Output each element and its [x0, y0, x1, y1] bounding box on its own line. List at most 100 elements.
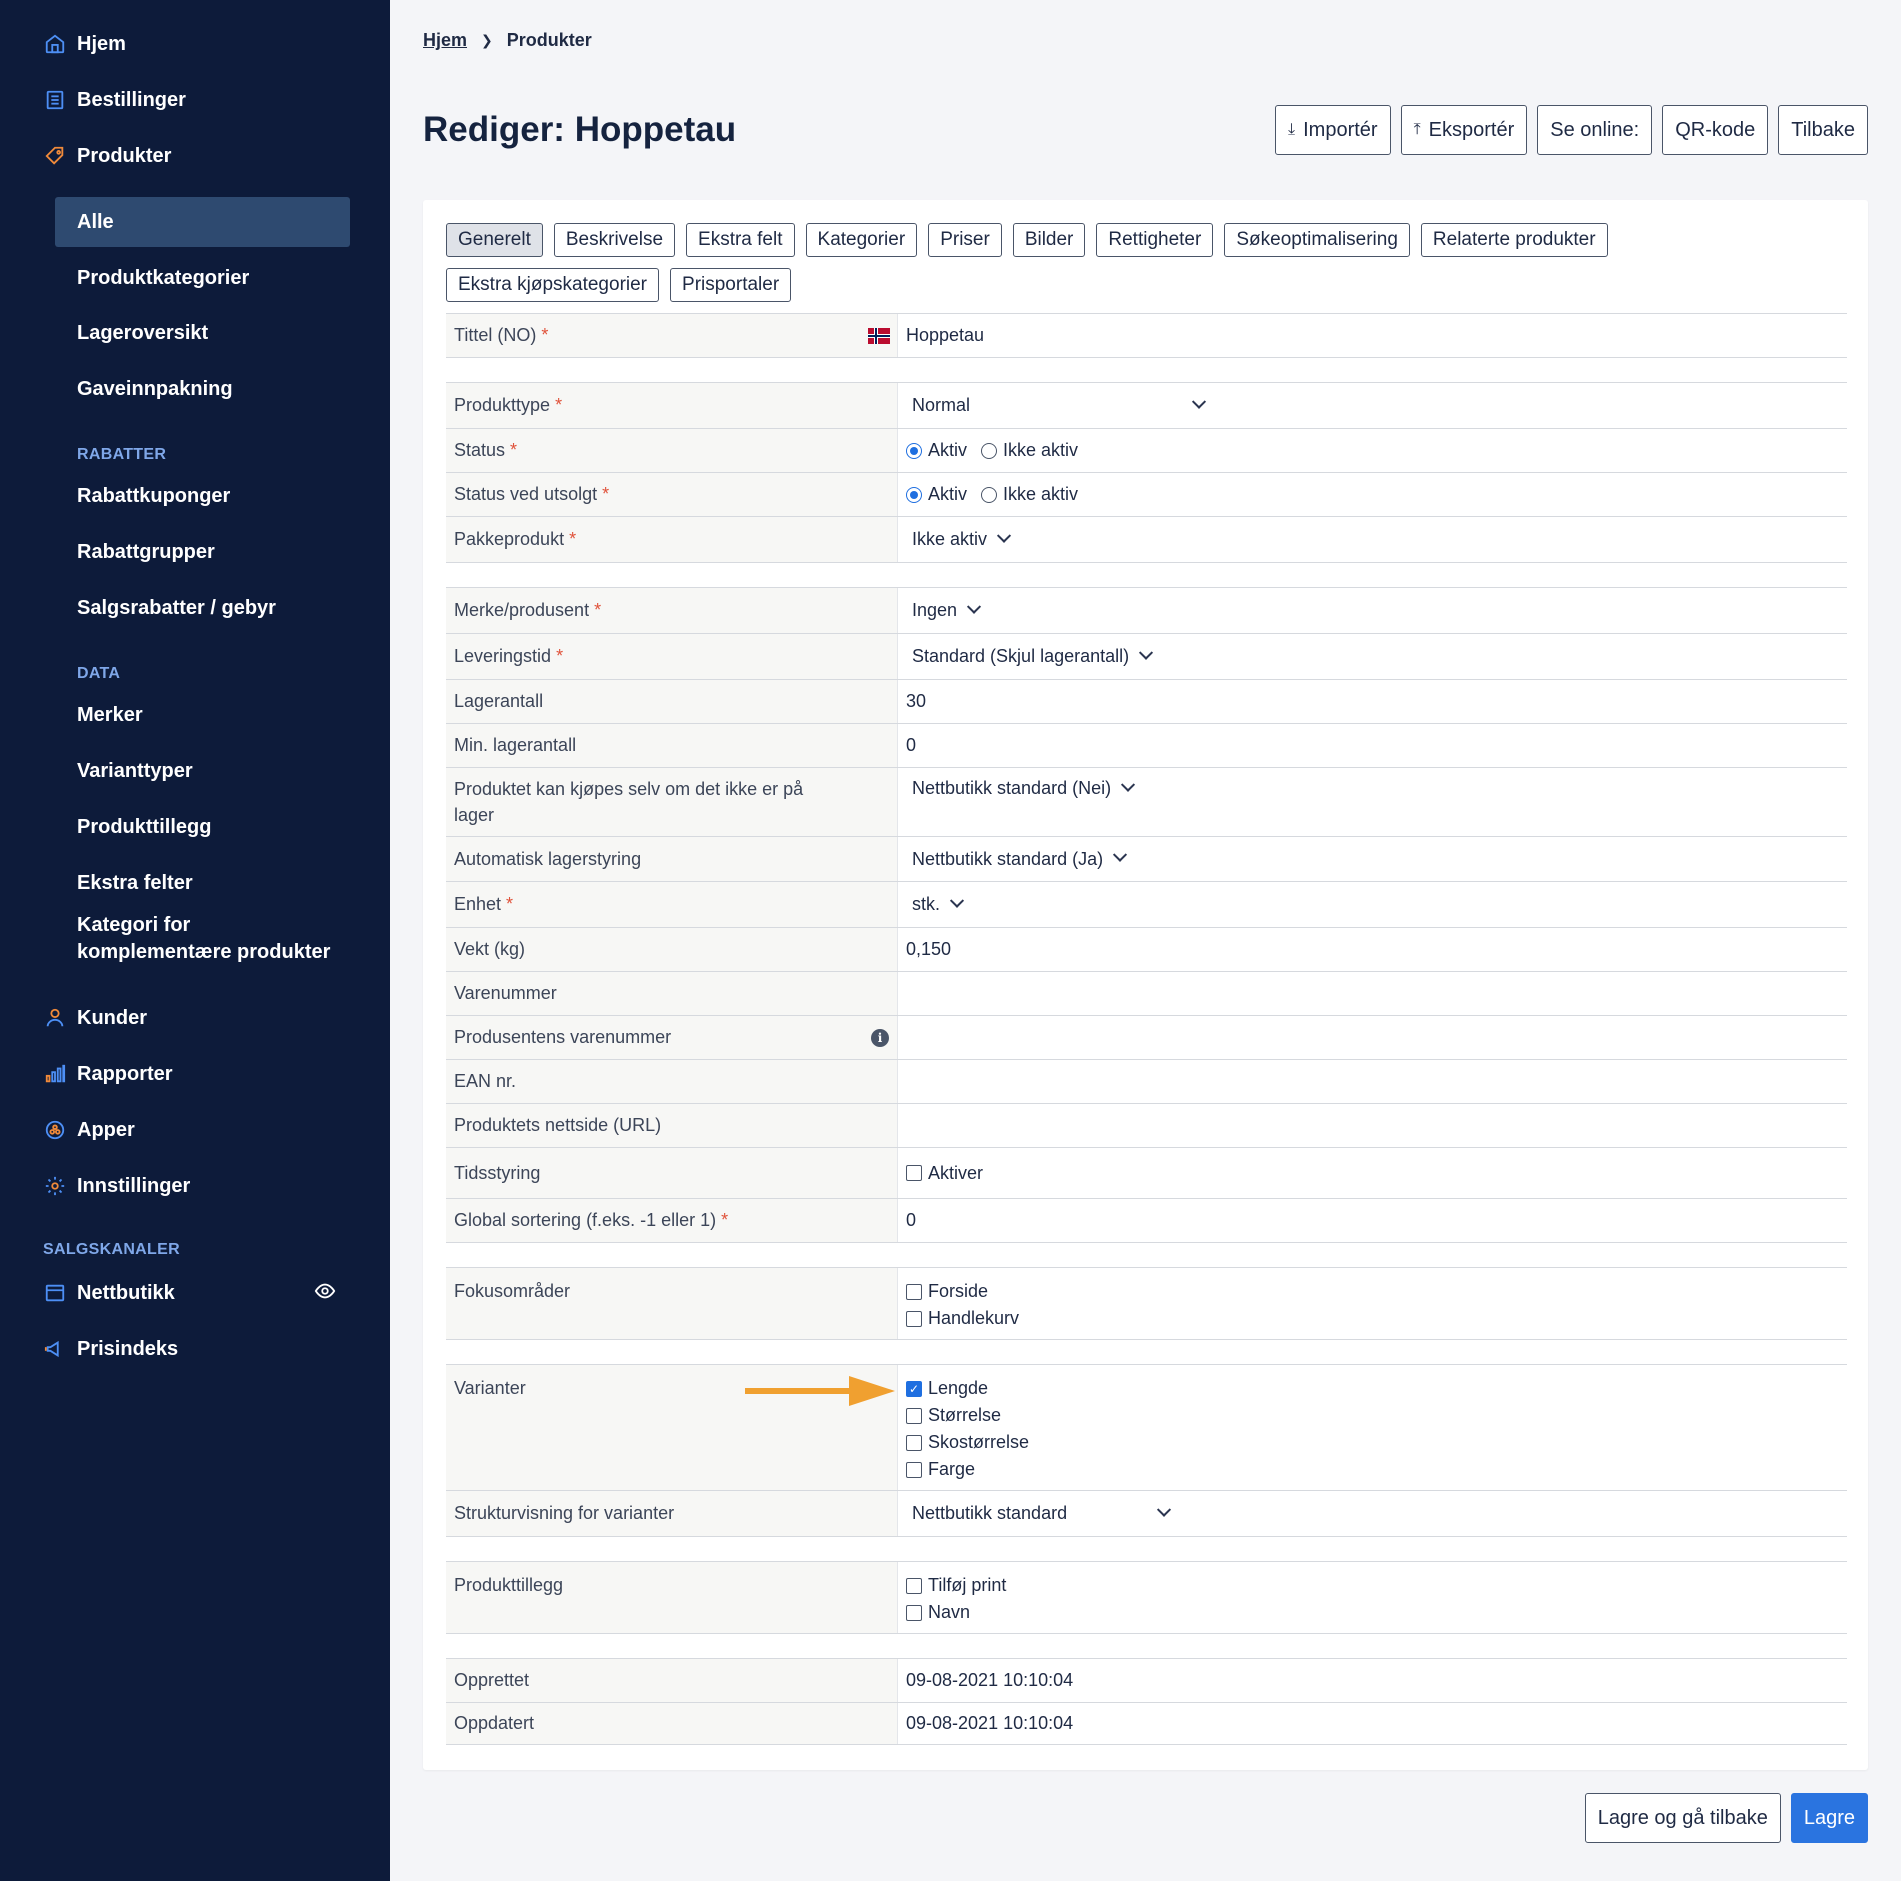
- sub-kategori-komplementaere[interactable]: Kategori for komplementære produkter: [77, 912, 330, 966]
- status-radio-ikke-aktiv[interactable]: Ikke aktiv: [981, 440, 1078, 461]
- save-and-back-button[interactable]: Lagre og gå tilbake: [1584, 1793, 1781, 1843]
- nav-rapporter[interactable]: Rapporter: [43, 1054, 173, 1094]
- tag-icon: [43, 144, 67, 168]
- nav-produkter[interactable]: Produkter: [43, 136, 171, 176]
- merke-select[interactable]: Ingen: [906, 599, 982, 621]
- oppdatert-value: 09-08-2021 10:10:04: [906, 1713, 1074, 1733]
- tab-generelt[interactable]: Generelt: [446, 223, 543, 257]
- pakkeprodukt-select[interactable]: Ikke aktiv: [906, 528, 1012, 550]
- kjopes-uten-lager-select[interactable]: Nettbutikk standard (Nei): [906, 777, 1136, 799]
- sub-merker[interactable]: Merker: [77, 702, 143, 729]
- sub-gaveinnpakning[interactable]: Gaveinnpakning: [77, 376, 233, 403]
- label-tittel: Tittel (NO) *: [446, 314, 898, 357]
- label-opprettet: Opprettet: [446, 1659, 898, 1702]
- label-auto-lager: Automatisk lagerstyring: [446, 837, 898, 881]
- tillegg-navn-checkbox[interactable]: Navn: [906, 1602, 1006, 1623]
- import-label: Importér: [1303, 118, 1378, 141]
- arrow-right-icon: [745, 1376, 895, 1406]
- tab-priser[interactable]: Priser: [928, 223, 1002, 257]
- nav-nettbutikk[interactable]: Nettbutikk: [43, 1273, 175, 1313]
- sub-label-line2: komplementære produkter: [77, 941, 331, 963]
- variant-skostorrelse-checkbox[interactable]: Skostørrelse: [906, 1432, 1029, 1453]
- variant-lengde-checkbox[interactable]: ✓ Lengde: [906, 1378, 1029, 1399]
- sub-ekstra-felter[interactable]: Ekstra felter: [77, 870, 193, 897]
- utsolgt-radio-aktiv[interactable]: Aktiv: [906, 484, 967, 505]
- info-icon[interactable]: i: [871, 1028, 889, 1047]
- qr-code-button[interactable]: QR-kode: [1662, 105, 1769, 155]
- row-enhet: Enhet * stk.: [446, 881, 1847, 927]
- row-pakkeprodukt: Pakkeprodukt * Ikke aktiv: [446, 516, 1847, 562]
- nav-innstillinger[interactable]: Innstillinger: [43, 1166, 190, 1206]
- status-radio-aktiv[interactable]: Aktiv: [906, 440, 967, 461]
- nav-bestillinger[interactable]: Bestillinger: [43, 80, 186, 120]
- label-produkttillegg: Produkttillegg: [446, 1562, 898, 1633]
- lagerantall-input[interactable]: 30: [898, 680, 1847, 723]
- variant-farge-checkbox[interactable]: Farge: [906, 1459, 1029, 1480]
- nav-apper[interactable]: Apper: [43, 1110, 135, 1150]
- strukturvisning-select[interactable]: Nettbutikk standard: [906, 1502, 1172, 1524]
- nav-kunder[interactable]: Kunder: [43, 998, 147, 1038]
- tittel-input[interactable]: Hoppetau: [898, 314, 1847, 357]
- sub-lageroversikt[interactable]: Lageroversikt: [77, 320, 208, 347]
- save-button[interactable]: Lagre: [1790, 1793, 1868, 1843]
- tab-sokeoptimalisering[interactable]: Søkeoptimalisering: [1224, 223, 1410, 257]
- label-kjopes-line1: Produktet kan kjøpes selv om det ikke er…: [454, 779, 804, 799]
- auto-lager-select[interactable]: Nettbutikk standard (Ja): [906, 847, 1128, 870]
- sub-rabattkuponger[interactable]: Rabattkuponger: [77, 483, 230, 510]
- fokus-forside-checkbox[interactable]: Forside: [906, 1281, 1019, 1302]
- back-button[interactable]: Tilbake: [1778, 105, 1868, 155]
- label-ean: EAN nr.: [446, 1060, 898, 1103]
- ean-input[interactable]: [898, 1060, 1847, 1103]
- tab-ekstra-kjopskategorier[interactable]: Ekstra kjøpskategorier: [446, 268, 660, 302]
- vekt-input[interactable]: 0,150: [898, 928, 1847, 971]
- label-fokusomrader: Fokusområder: [446, 1268, 898, 1339]
- enhet-select[interactable]: stk.: [906, 893, 965, 915]
- sub-varianttyper[interactable]: Varianttyper: [77, 758, 193, 785]
- tab-rettigheter[interactable]: Rettigheter: [1096, 223, 1214, 257]
- min-lagerantall-input[interactable]: 0: [898, 724, 1847, 767]
- row-min-lagerantall: Min. lagerantall 0: [446, 723, 1847, 767]
- tillegg-print-checkbox[interactable]: Tilføj print: [906, 1575, 1006, 1596]
- label-varenummer: Varenummer: [446, 972, 898, 1015]
- sub-alle[interactable]: Alle: [77, 209, 114, 236]
- row-tittel: Tittel (NO) * Hoppetau: [446, 313, 1847, 357]
- row-opprettet: Opprettet 09-08-2021 10:10:04: [446, 1658, 1847, 1702]
- label-leveringstid: Leveringstid: [454, 646, 552, 666]
- divider: [446, 357, 1847, 382]
- produkttype-select[interactable]: Normal: [906, 394, 1207, 416]
- tab-beskrivelse[interactable]: Beskrivelse: [553, 223, 676, 257]
- variant-storrelse-checkbox[interactable]: Størrelse: [906, 1405, 1029, 1426]
- sub-produkttillegg[interactable]: Produkttillegg: [77, 814, 211, 841]
- tab-kategorier[interactable]: Kategorier: [805, 223, 918, 257]
- tab-prisportaler[interactable]: Prisportaler: [670, 268, 792, 302]
- breadcrumb-home[interactable]: Hjem: [423, 30, 467, 51]
- section-data: DATA: [77, 665, 121, 682]
- utsolgt-radio-ikke-aktiv[interactable]: Ikke aktiv: [981, 484, 1078, 505]
- sub-produktkategorier[interactable]: Produktkategorier: [77, 265, 249, 292]
- divider: [446, 1242, 1847, 1267]
- fokus-handlekurv-checkbox[interactable]: Handlekurv: [906, 1308, 1019, 1329]
- tab-relaterte-produkter[interactable]: Relaterte produkter: [1420, 223, 1608, 257]
- prod-varenummer-input[interactable]: [898, 1016, 1847, 1059]
- export-button[interactable]: ⤒ Eksportér: [1400, 105, 1528, 155]
- chevron-down-icon: [1121, 777, 1136, 792]
- row-produkttype: Produkttype * Normal: [446, 382, 1847, 428]
- norway-flag-icon: [868, 327, 890, 344]
- nav-prisindeks[interactable]: Prisindeks: [43, 1329, 178, 1369]
- nav-hjem[interactable]: Hjem: [43, 24, 126, 64]
- sub-salgsrabatter[interactable]: Salgsrabatter / gebyr: [77, 595, 276, 622]
- global-sortering-input[interactable]: 0: [898, 1199, 1847, 1242]
- nettside-input[interactable]: [898, 1104, 1847, 1147]
- label-strukturvisning: Strukturvisning for varianter: [446, 1491, 898, 1536]
- import-button[interactable]: ⤓ Importér: [1275, 105, 1391, 155]
- tab-bilder[interactable]: Bilder: [1012, 223, 1086, 257]
- row-auto-lager: Automatisk lagerstyring Nettbutikk stand…: [446, 836, 1847, 881]
- varenummer-input[interactable]: [898, 972, 1847, 1015]
- sub-rabattgrupper[interactable]: Rabattgrupper: [77, 539, 215, 566]
- eye-icon[interactable]: [314, 1280, 336, 1302]
- leveringstid-select[interactable]: Standard (Skjul lagerantall): [906, 645, 1154, 667]
- view-online-button[interactable]: Se online:: [1537, 105, 1653, 155]
- nav-label: Prisindeks: [77, 1337, 179, 1360]
- tidsstyring-checkbox[interactable]: Aktiver: [906, 1163, 983, 1184]
- tab-ekstra-felt[interactable]: Ekstra felt: [686, 223, 795, 257]
